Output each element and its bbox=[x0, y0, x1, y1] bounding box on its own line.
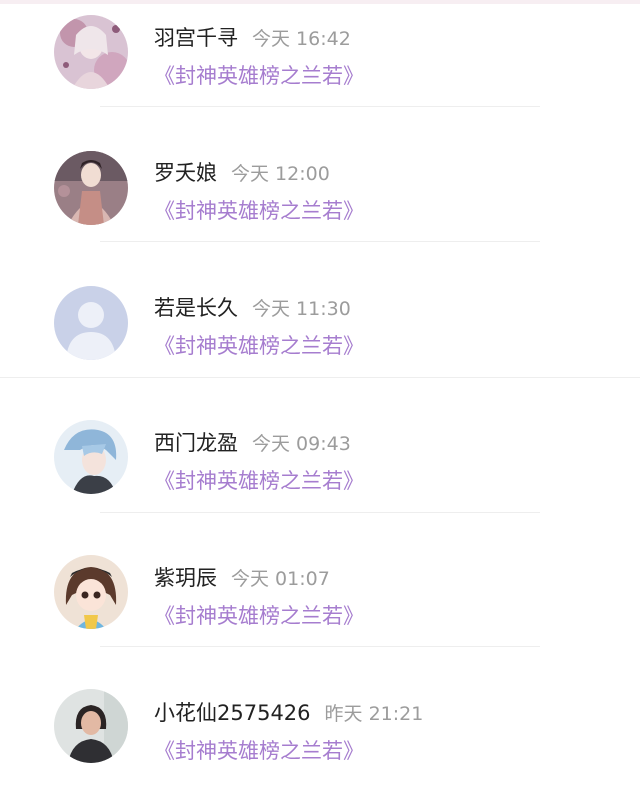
list-item[interactable]: 紫玥辰 今天 01:07 《封神英雄榜之兰若》 bbox=[0, 540, 640, 675]
work-title-link[interactable]: 《封神英雄榜之兰若》 bbox=[154, 330, 364, 360]
list-item[interactable]: 羽宫千寻 今天 16:42 《封神英雄榜之兰若》 bbox=[0, 0, 640, 135]
work-title-link[interactable]: 《封神英雄榜之兰若》 bbox=[154, 465, 364, 495]
name-line: 小花仙2575426 昨天 21:21 bbox=[154, 697, 423, 727]
divider bbox=[100, 241, 540, 242]
timestamp: 今天 11:30 bbox=[252, 298, 351, 320]
timestamp: 今天 16:42 bbox=[252, 28, 351, 50]
name-line: 罗夭娘 今天 12:00 bbox=[154, 157, 330, 187]
divider bbox=[100, 512, 540, 513]
avatar-photo-woman-icon[interactable] bbox=[54, 689, 128, 763]
avatar-blue-hair-boy-icon[interactable] bbox=[54, 420, 128, 494]
user-name[interactable]: 若是长久 bbox=[154, 296, 238, 320]
timestamp: 今天 12:00 bbox=[231, 163, 330, 185]
user-name[interactable]: 羽宫千寻 bbox=[154, 26, 238, 50]
divider bbox=[100, 106, 540, 107]
avatar-costume-pink-icon[interactable] bbox=[54, 15, 128, 89]
user-name[interactable]: 小花仙2575426 bbox=[154, 701, 311, 725]
work-title-link[interactable]: 《封神英雄榜之兰若》 bbox=[154, 195, 364, 225]
name-line: 紫玥辰 今天 01:07 bbox=[154, 562, 330, 592]
avatar-hanfu-lady-icon[interactable] bbox=[54, 151, 128, 225]
avatar-default-placeholder-icon[interactable] bbox=[54, 286, 128, 360]
timestamp: 今天 01:07 bbox=[231, 568, 330, 590]
divider bbox=[0, 377, 640, 378]
list-item[interactable]: 西门龙盈 今天 09:43 《封神英雄榜之兰若》 bbox=[0, 405, 640, 540]
avatar-cartoon-girl-icon[interactable] bbox=[54, 555, 128, 629]
work-title-link[interactable]: 《封神英雄榜之兰若》 bbox=[154, 735, 364, 765]
work-title-link[interactable]: 《封神英雄榜之兰若》 bbox=[154, 60, 364, 90]
name-line: 西门龙盈 今天 09:43 bbox=[154, 427, 351, 457]
user-name[interactable]: 紫玥辰 bbox=[154, 566, 217, 590]
user-name[interactable]: 西门龙盈 bbox=[154, 431, 238, 455]
timestamp: 昨天 21:21 bbox=[324, 703, 424, 725]
name-line: 若是长久 今天 11:30 bbox=[154, 292, 351, 322]
list-item[interactable]: 罗夭娘 今天 12:00 《封神英雄榜之兰若》 bbox=[0, 135, 640, 270]
divider bbox=[100, 646, 540, 647]
list-item[interactable]: 小花仙2575426 昨天 21:21 《封神英雄榜之兰若》 bbox=[0, 675, 640, 810]
timestamp: 今天 09:43 bbox=[252, 433, 351, 455]
user-name[interactable]: 罗夭娘 bbox=[154, 161, 217, 185]
work-title-link[interactable]: 《封神英雄榜之兰若》 bbox=[154, 600, 364, 630]
name-line: 羽宫千寻 今天 16:42 bbox=[154, 22, 351, 52]
list-item[interactable]: 若是长久 今天 11:30 《封神英雄榜之兰若》 bbox=[0, 270, 640, 405]
